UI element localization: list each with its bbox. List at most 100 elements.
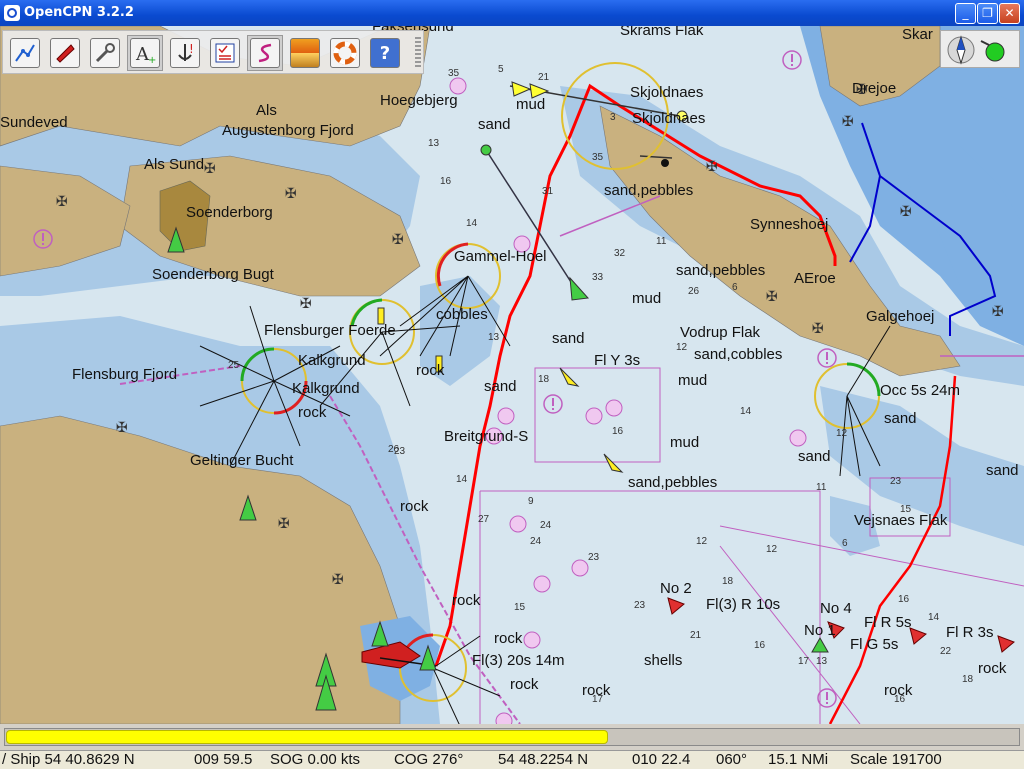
depth-sounding: 25 bbox=[228, 360, 240, 371]
depth-sounding: 14 bbox=[456, 474, 468, 485]
title-bar: OpenCPN 3.2.2 _ ❐ ✕ bbox=[0, 0, 1024, 26]
progress-fill bbox=[6, 730, 608, 744]
depth-sounding: 21 bbox=[538, 72, 550, 83]
depth-sounding: 12 bbox=[676, 342, 688, 353]
anchor-alert-button[interactable]: ! bbox=[167, 35, 203, 71]
svg-text:✠: ✠ bbox=[900, 204, 912, 220]
track-button[interactable] bbox=[247, 35, 283, 71]
svg-text:+: + bbox=[148, 55, 156, 65]
buoy-no-2: No 2 bbox=[660, 580, 692, 597]
depth-sounding: 14 bbox=[466, 218, 478, 229]
minimize-button[interactable]: _ bbox=[955, 3, 976, 24]
chart-canvas[interactable]: ✠✠✠ ✠✠✠ ✠✠✠ ✠✠✠ ✠✠✠ Faksensund Skrams Fl… bbox=[0, 26, 1024, 724]
depth-sounding: 9 bbox=[528, 496, 534, 507]
place-augustenborg-fjord: Augustenborg Fjord bbox=[222, 122, 354, 139]
checklist-icon bbox=[210, 38, 240, 68]
depth-sounding: 23 bbox=[890, 476, 902, 487]
depth-sounding: 12 bbox=[766, 544, 778, 555]
mob-button[interactable] bbox=[327, 35, 363, 71]
cursor-latitude: 54 48.2254 N bbox=[498, 751, 589, 768]
status-bar: / Ship 54 40.8629 N 009 59.5 SOG 0.00 kt… bbox=[0, 750, 1024, 769]
depth-sounding: 23 bbox=[588, 552, 600, 563]
depth-sounding: 16 bbox=[754, 640, 766, 651]
chart-scale: Scale 191700 bbox=[850, 751, 942, 768]
wrench-icon bbox=[90, 38, 120, 68]
settings-button[interactable] bbox=[87, 35, 123, 71]
depth-sounding: 11 bbox=[816, 482, 827, 493]
bottom-sand: sand bbox=[986, 462, 1019, 479]
place-kalkgrund: Kalkgrund bbox=[298, 352, 366, 369]
svg-text:✠: ✠ bbox=[56, 194, 68, 210]
route-button[interactable] bbox=[7, 35, 43, 71]
depth-sounding: 24 bbox=[540, 520, 552, 531]
bottom-sand-pebbles: sand,pebbles bbox=[628, 474, 718, 491]
light-fl-g5s: Fl G 5s bbox=[850, 636, 899, 653]
help-button[interactable]: ? bbox=[367, 35, 403, 71]
bottom-sand: sand bbox=[798, 448, 831, 465]
maximize-button[interactable]: ❐ bbox=[977, 3, 998, 24]
bottom-sand: sand bbox=[484, 378, 517, 395]
bottom-rock: rock bbox=[452, 592, 481, 609]
compass-widget[interactable] bbox=[940, 30, 1020, 68]
toolbar-grip[interactable] bbox=[415, 37, 421, 69]
svg-text:✠: ✠ bbox=[392, 232, 404, 248]
svg-text:✠: ✠ bbox=[278, 516, 290, 532]
depth-sounding: 17 bbox=[592, 694, 604, 705]
light-fl3-20s: Fl(3) 20s 14m bbox=[472, 652, 565, 669]
depth-sounding: 35 bbox=[592, 152, 604, 163]
light-fl-y-3s: Fl Y 3s bbox=[594, 352, 641, 369]
place-skrams-flak: Skrams Flak bbox=[620, 26, 704, 39]
light-occ-5s: Occ 5s 24m bbox=[880, 382, 961, 399]
ship-button[interactable] bbox=[47, 35, 83, 71]
anchor-alert-icon: ! bbox=[170, 38, 200, 68]
bottom-mud: mud bbox=[678, 372, 708, 389]
place-kalkgrund-2: Kalkgrund bbox=[292, 380, 360, 397]
bottom-rock: rock bbox=[978, 660, 1007, 677]
depth-sounding: 16 bbox=[894, 694, 906, 705]
bottom-sand-pebbles: sand,pebbles bbox=[604, 182, 694, 199]
boat-icon bbox=[50, 38, 80, 68]
depth-sounding: 16 bbox=[612, 426, 624, 437]
svg-text:✠: ✠ bbox=[300, 296, 312, 312]
svg-text:✠: ✠ bbox=[992, 304, 1004, 320]
svg-text:✠: ✠ bbox=[766, 289, 778, 305]
lifebuoy-icon bbox=[330, 38, 360, 68]
place-soenderborg-bugt: Soenderborg Bugt bbox=[152, 266, 274, 283]
depth-sounding: 14 bbox=[740, 406, 752, 417]
text-icon: A + bbox=[130, 38, 160, 68]
depth-sounding: 22 bbox=[940, 646, 952, 657]
place-breitgrund-s: Breitgrund-S bbox=[444, 428, 529, 445]
svg-text:!: ! bbox=[189, 42, 194, 56]
bottom-shells: shells bbox=[644, 652, 683, 669]
route-manager-button[interactable] bbox=[207, 35, 243, 71]
course-over-ground: COG 276° bbox=[394, 751, 464, 768]
depth-sounding: 26 bbox=[688, 286, 700, 297]
place-hoegebjerg: Hoegebjerg bbox=[380, 92, 458, 109]
bottom-mud: mud bbox=[670, 434, 700, 451]
bottom-sand-pebbles: sand,pebbles bbox=[676, 262, 766, 279]
bottom-rock: rock bbox=[494, 630, 523, 647]
bottom-rock: rock bbox=[416, 362, 445, 379]
place-flensburg-fjord: Flensburg Fjord bbox=[72, 366, 178, 383]
bottom-rock: rock bbox=[400, 498, 429, 515]
ship-position: / Ship 54 40.8629 N bbox=[2, 751, 135, 768]
text-toggle-button[interactable]: A + bbox=[127, 35, 163, 71]
tide-icon bbox=[290, 38, 320, 68]
bottom-sand-cobbles: sand,cobbles bbox=[694, 346, 783, 363]
svg-text:✠: ✠ bbox=[842, 114, 854, 130]
depth-sounding: 18 bbox=[962, 674, 974, 685]
light-fl-r3s: Fl R 3s bbox=[946, 624, 994, 641]
progress-area bbox=[0, 724, 1024, 750]
depth-sounding: 21 bbox=[690, 630, 702, 641]
light-fl-r5s: Fl R 5s bbox=[864, 614, 912, 631]
depth-sounding: 6 bbox=[842, 538, 848, 549]
compass-icon bbox=[947, 35, 1005, 65]
route-icon bbox=[10, 38, 40, 68]
svg-text:✠: ✠ bbox=[812, 321, 824, 337]
track-icon bbox=[250, 38, 280, 68]
tide-button[interactable] bbox=[287, 35, 323, 71]
cursor-bearing: 060° bbox=[716, 751, 748, 768]
depth-sounding: 16 bbox=[898, 594, 910, 605]
svg-text:✠: ✠ bbox=[332, 572, 344, 588]
close-button[interactable]: ✕ bbox=[999, 3, 1020, 24]
